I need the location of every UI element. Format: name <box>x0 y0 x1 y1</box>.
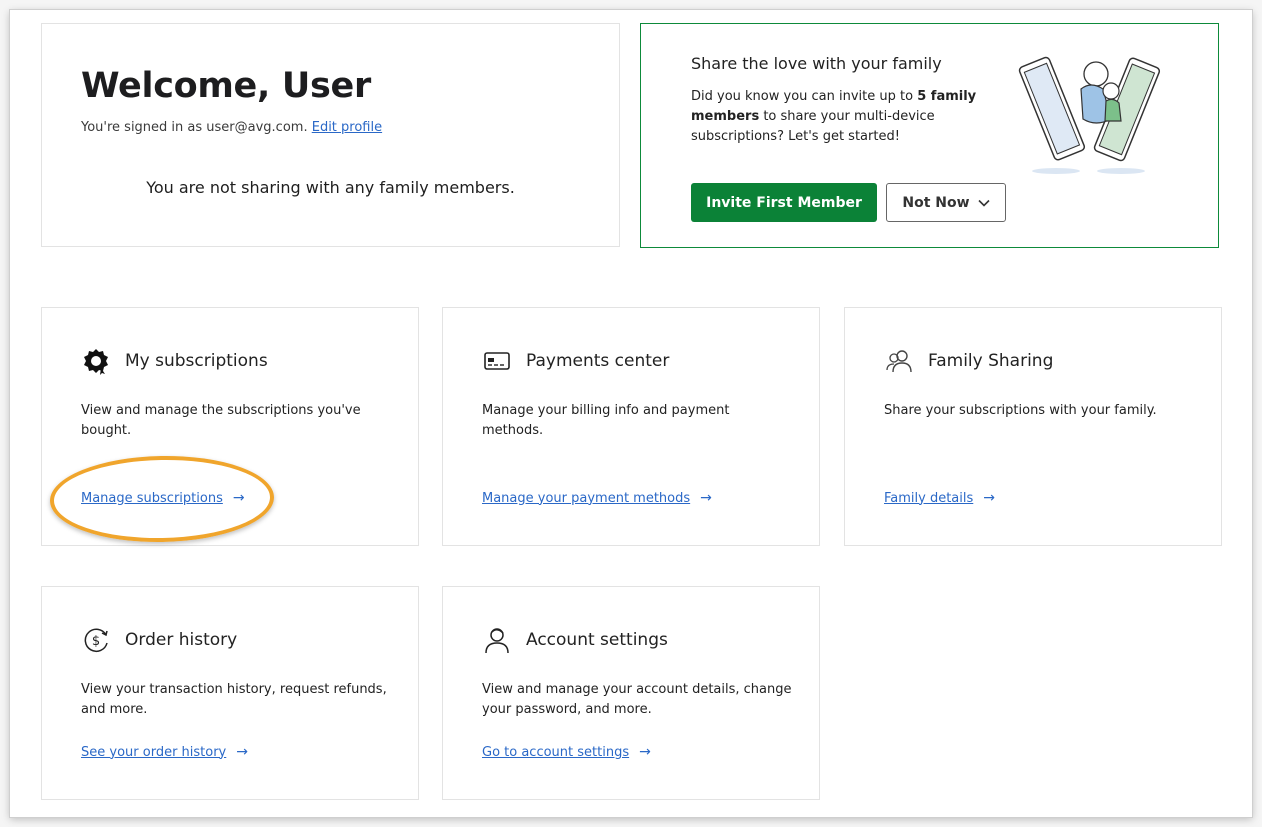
welcome-card: Welcome, User You're signed in as user@a… <box>41 23 620 247</box>
arrow-right-icon: → <box>639 744 651 760</box>
user-icon <box>482 625 512 655</box>
signed-in-label: You're signed in as user@avg.com. <box>81 120 308 135</box>
account-settings-tile: Account settings View and manage your ac… <box>442 586 820 800</box>
tile-title: Account settings <box>526 630 668 650</box>
family-details-link[interactable]: Family details → <box>884 490 995 506</box>
account-settings-header: Account settings <box>482 625 668 655</box>
family-phones-illustration <box>1018 56 1161 174</box>
family-promo-card: Share the love with your family Did you … <box>640 23 1219 248</box>
account-settings-link[interactable]: Go to account settings → <box>482 744 651 760</box>
tile-title: Family Sharing <box>928 351 1054 371</box>
order-history-link[interactable]: See your order history → <box>81 744 248 760</box>
tile-description: View your transaction history, request r… <box>81 682 387 717</box>
credit-card-icon <box>482 346 512 376</box>
link-label[interactable]: Family details <box>884 491 973 506</box>
svg-text:$: $ <box>92 634 100 649</box>
subscriptions-tile: My subscriptions View and manage the sub… <box>41 307 419 546</box>
arrow-right-icon: → <box>236 744 248 760</box>
no-family-message: You are not sharing with any family memb… <box>146 178 515 197</box>
arrow-right-icon: → <box>700 490 712 506</box>
tile-title: My subscriptions <box>125 351 268 371</box>
chevron-down-icon <box>978 199 990 207</box>
not-now-label: Not Now <box>902 194 970 211</box>
tile-description: View and manage your account details, ch… <box>482 682 792 717</box>
order-history-header: $ Order history <box>81 625 237 655</box>
edit-profile-link[interactable]: Edit profile <box>312 120 382 135</box>
tile-title: Order history <box>125 630 238 650</box>
link-label[interactable]: Manage your payment methods <box>482 491 690 506</box>
arrow-right-icon: → <box>232 490 245 506</box>
tile-description: Manage your billing info and payment met… <box>482 403 730 438</box>
invite-first-member-button[interactable]: Invite First Member <box>691 183 877 222</box>
order-history-tile: $ Order history View your transaction hi… <box>41 586 419 800</box>
promo-text: Did you know you can invite up to 5 fami… <box>691 87 1001 147</box>
link-label[interactable]: Go to account settings <box>482 745 629 760</box>
tile-title: Payments center <box>526 351 670 371</box>
payments-header: Payments center <box>482 346 669 376</box>
manage-payment-methods-link[interactable]: Manage your payment methods → <box>482 490 712 506</box>
page-title: Welcome, User <box>81 66 371 106</box>
dollar-history-icon: $ <box>81 625 111 655</box>
link-label[interactable]: Manage subscriptions <box>81 491 223 506</box>
link-label[interactable]: See your order history <box>81 745 226 760</box>
family-sharing-tile: Family Sharing Share your subscriptions … <box>844 307 1222 546</box>
promo-text-start: Did you know you can invite up to <box>691 89 918 104</box>
tile-description: Share your subscriptions with your famil… <box>884 403 1157 418</box>
payments-tile: Payments center Manage your billing info… <box>442 307 820 546</box>
people-icon <box>884 346 914 376</box>
gear-badge-icon <box>81 346 111 376</box>
tile-description: View and manage the subscriptions you've… <box>81 403 361 438</box>
signed-in-text: You're signed in as user@avg.com. Edit p… <box>81 120 382 135</box>
family-sharing-header: Family Sharing <box>884 346 1053 376</box>
subscriptions-header: My subscriptions <box>81 346 268 376</box>
manage-subscriptions-link[interactable]: Manage subscriptions → <box>81 490 245 506</box>
not-now-button[interactable]: Not Now <box>886 183 1006 222</box>
promo-title: Share the love with your family <box>691 54 942 73</box>
arrow-right-icon: → <box>983 490 996 506</box>
